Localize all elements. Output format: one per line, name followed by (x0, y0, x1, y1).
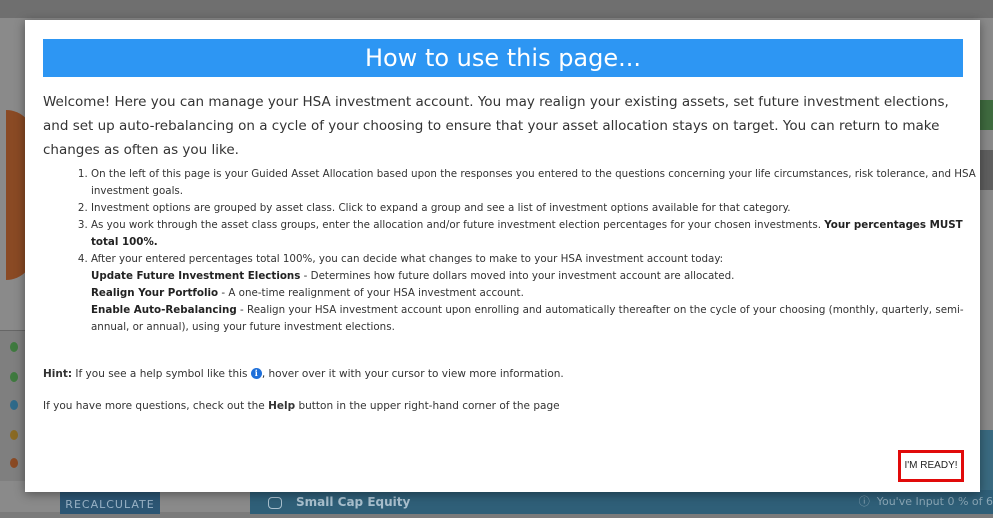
option-update-elections: Update Future Investment Elections - Det… (91, 270, 735, 282)
info-circle-icon: ⓘ (858, 495, 870, 508)
help-modal: How to use this page... Welcome! Here yo… (25, 20, 980, 492)
im-ready-button[interactable]: I'M READY! (898, 450, 964, 482)
background-dot (10, 400, 18, 410)
input-percent-status: ⓘ You've Input 0 % of 6 (858, 495, 993, 508)
background-dot (10, 458, 18, 468)
instruction-item: On the left of this page is your Guided … (91, 166, 981, 200)
background-dot (10, 342, 18, 352)
option-auto-rebalancing: Enable Auto-Rebalancing - Realign your H… (91, 304, 964, 333)
option-realign-portfolio: Realign Your Portfolio - A one-time real… (91, 287, 524, 299)
help-reference: Help (268, 400, 296, 412)
instruction-item: Investment options are grouped by asset … (91, 200, 981, 217)
asset-class-label: Small Cap Equity (296, 495, 411, 509)
instruction-item: As you work through the asset class grou… (91, 217, 981, 251)
background-dot (10, 372, 18, 382)
expand-toggle-icon (268, 496, 282, 509)
instruction-item: After your entered percentages total 100… (91, 251, 981, 336)
modal-title: How to use this page... (43, 39, 963, 77)
info-icon[interactable]: i (250, 368, 262, 379)
modal-intro-text: Welcome! Here you can manage your HSA in… (43, 94, 949, 158)
background-dot (10, 430, 18, 440)
instructions-list: On the left of this page is your Guided … (73, 166, 981, 336)
more-questions-text: If you have more questions, check out th… (43, 400, 560, 412)
recalculate-button: RECALCULATE (60, 492, 160, 514)
asset-class-row-small-cap-equity: Small Cap Equity ⓘ You've Input 0 % of 6 (250, 490, 993, 514)
background-top-bar (0, 0, 993, 18)
hint-text: Hint: If you see a help symbol like this… (43, 368, 564, 380)
